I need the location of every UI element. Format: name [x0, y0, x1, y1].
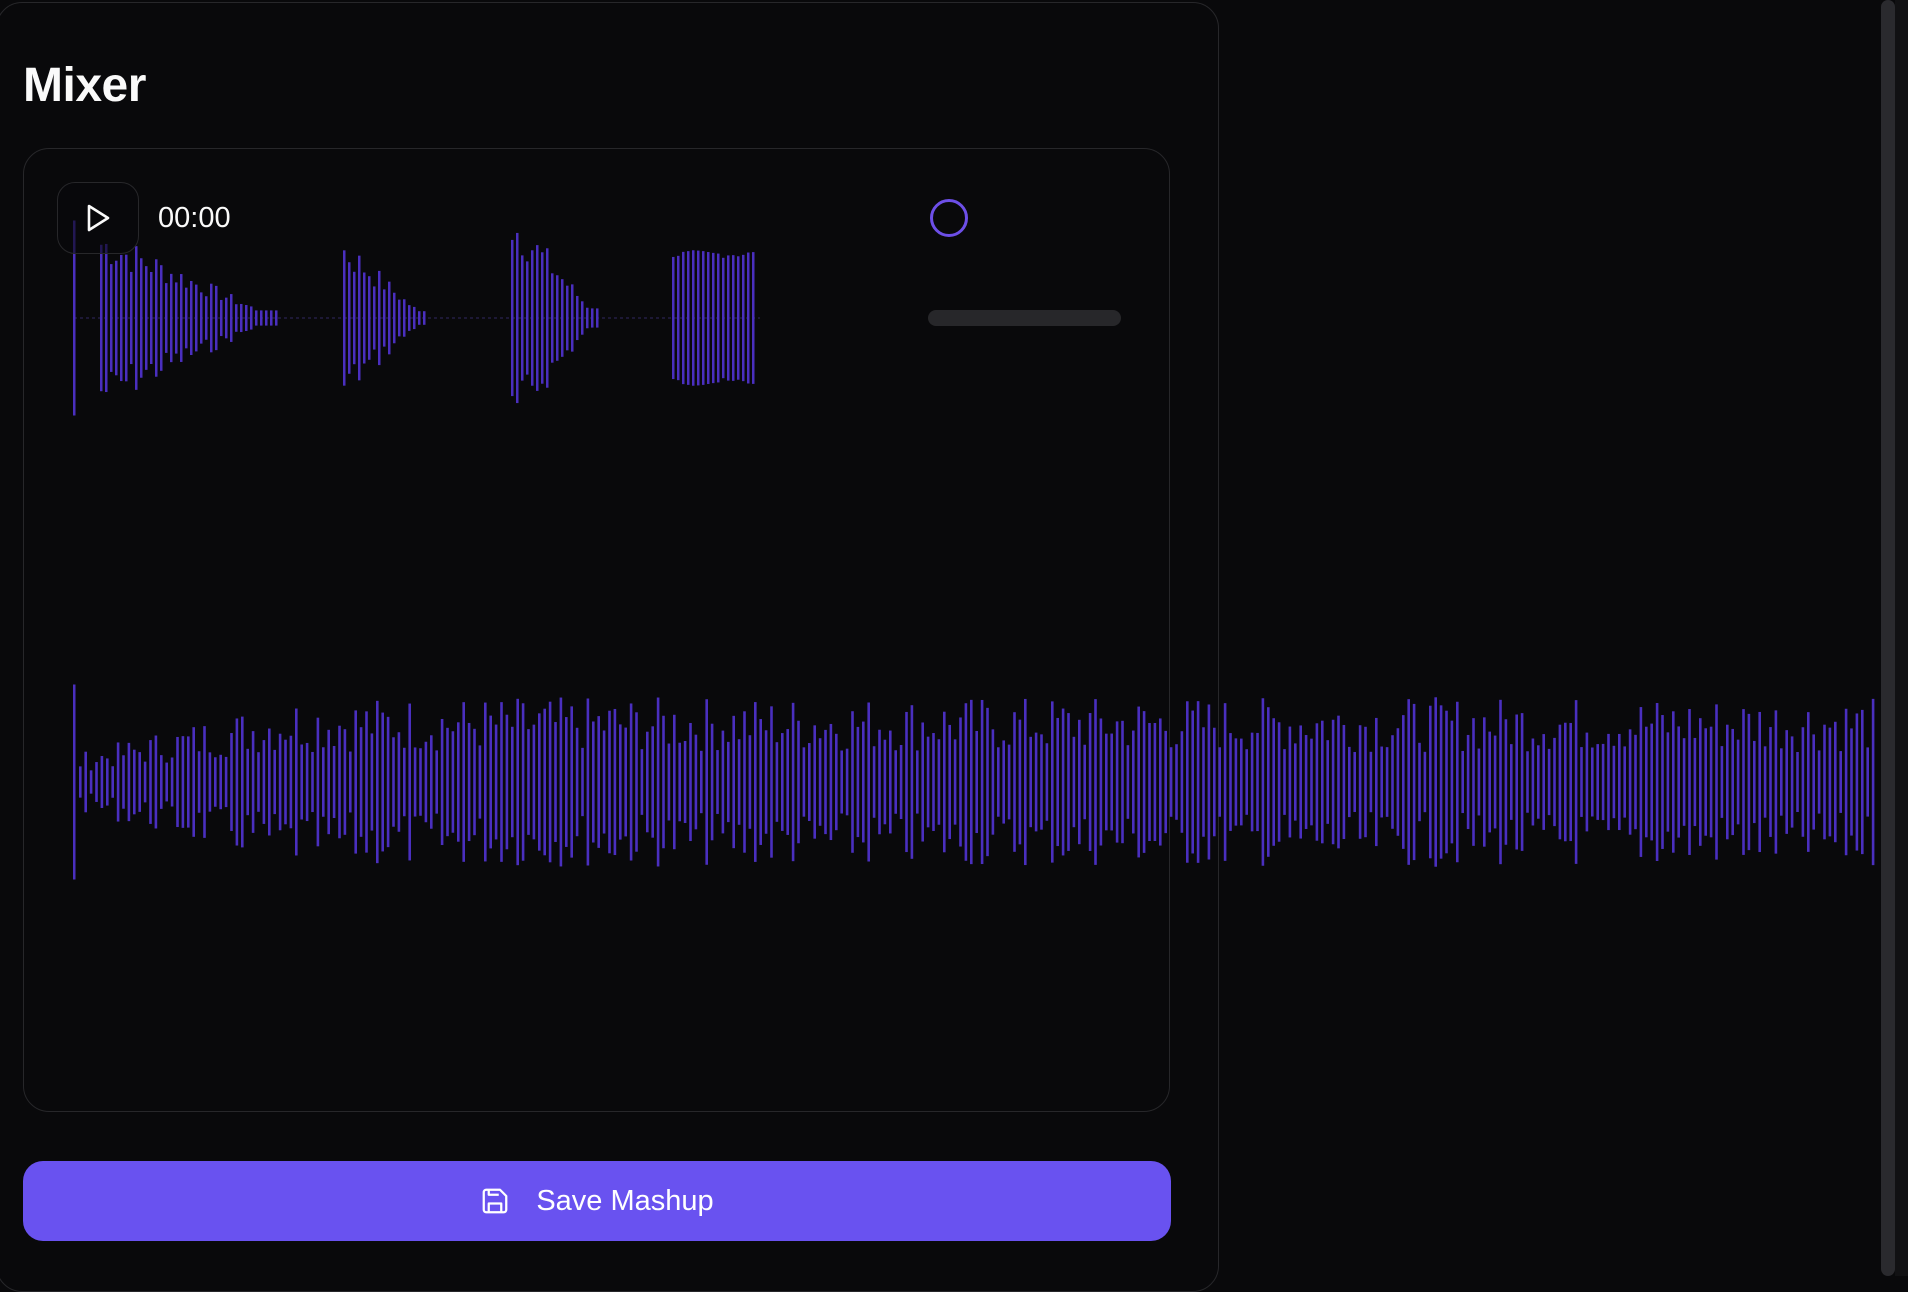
play-button[interactable]	[57, 182, 139, 254]
track-2-waveform[interactable]	[73, 684, 1875, 880]
play-icon	[87, 204, 110, 232]
track-1-waveform[interactable]	[73, 220, 760, 416]
playback-time: 00:00	[158, 202, 231, 234]
waveforms	[73, 220, 1875, 880]
